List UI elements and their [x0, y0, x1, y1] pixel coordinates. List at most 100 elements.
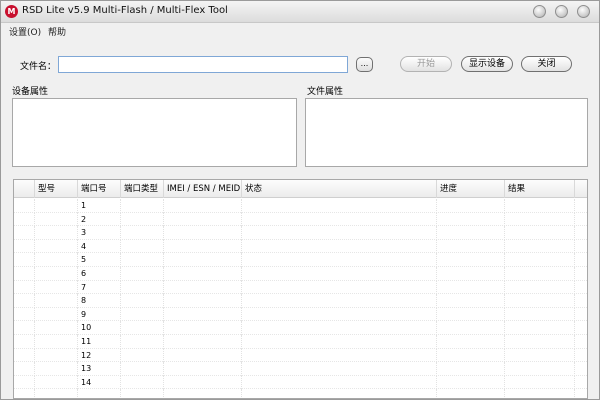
table-cell — [437, 321, 505, 335]
table-cell — [164, 307, 242, 322]
show-devices-button[interactable]: 显示设备 — [461, 56, 513, 72]
table-cell — [14, 199, 35, 213]
table-cell — [575, 389, 587, 398]
table-cell — [242, 280, 437, 295]
device-properties-label: 设备属性 — [12, 87, 49, 97]
table-cell — [121, 294, 164, 308]
table-cell — [35, 375, 78, 390]
table-cell — [505, 226, 575, 240]
table-cell — [35, 307, 78, 322]
browse-button[interactable]: ... — [356, 57, 373, 72]
port-number-cell: 5 — [78, 253, 121, 267]
table-cell — [35, 348, 78, 363]
table-cell — [121, 335, 164, 349]
device-table[interactable]: 型号 端口号 端口类型 IMEI / ESN / MEID 状态 进度 结果 1234567… — [13, 179, 588, 399]
table-cell — [575, 199, 587, 213]
table-cell — [14, 226, 35, 240]
title-bar[interactable]: M RSD Lite v5.9 Multi-Flash / Multi-Flex… — [1, 1, 599, 23]
progress-column-header[interactable]: 进度 — [437, 180, 505, 198]
table-cell — [505, 348, 575, 363]
status-column-header[interactable]: 状态 — [242, 180, 437, 198]
table-row[interactable]: 5 — [14, 253, 587, 267]
table-row[interactable]: 10 — [14, 321, 587, 335]
table-cell — [242, 321, 437, 335]
table-cell — [575, 281, 587, 295]
table-cell — [121, 375, 164, 390]
table-row[interactable] — [14, 389, 587, 398]
table-cell — [14, 294, 35, 308]
table-row[interactable]: 1 — [14, 199, 587, 213]
table-cell — [575, 362, 587, 376]
table-cell — [437, 226, 505, 240]
table-cell — [242, 212, 437, 227]
table-row[interactable]: 9 — [14, 307, 587, 322]
port-number-cell: 3 — [78, 226, 121, 240]
table-row[interactable]: 11 — [14, 335, 587, 349]
select-column-header[interactable] — [14, 180, 35, 198]
table-cell — [35, 294, 78, 308]
imei-column-header[interactable]: IMEI / ESN / MEID — [164, 180, 242, 198]
table-cell — [437, 375, 505, 390]
file-properties-panel[interactable] — [305, 98, 588, 167]
port-column-header[interactable]: 端口号 — [78, 180, 121, 198]
table-cell — [242, 335, 437, 349]
table-row[interactable]: 2 — [14, 212, 587, 227]
file-name-input[interactable] — [58, 56, 348, 73]
spare-column-header[interactable] — [575, 180, 587, 198]
table-cell — [575, 349, 587, 363]
maximize-icon[interactable] — [555, 5, 568, 18]
device-properties-panel[interactable] — [12, 98, 297, 167]
table-cell — [505, 294, 575, 308]
table-row[interactable]: 12 — [14, 348, 587, 363]
table-cell — [242, 294, 437, 308]
close-button[interactable]: 关闭 — [521, 56, 572, 72]
table-cell — [242, 199, 437, 213]
table-row[interactable]: 3 — [14, 226, 587, 240]
menu-item-settings[interactable]: 设置(O) — [9, 25, 41, 38]
start-button[interactable]: 开始 — [400, 56, 452, 72]
table-cell — [121, 307, 164, 322]
minimize-icon[interactable] — [533, 5, 546, 18]
table-cell — [121, 389, 164, 398]
port-number-cell: 1 — [78, 199, 121, 213]
port-number-cell: 9 — [78, 307, 121, 322]
table-cell — [35, 212, 78, 227]
table-cell — [437, 389, 505, 398]
table-row[interactable]: 13 — [14, 362, 587, 376]
table-cell — [164, 267, 242, 281]
table-cell — [164, 389, 242, 398]
table-cell — [121, 362, 164, 376]
table-cell — [35, 253, 78, 267]
port-number-cell: 13 — [78, 362, 121, 376]
port-number-cell: 11 — [78, 335, 121, 349]
table-cell — [437, 280, 505, 295]
table-cell — [437, 294, 505, 308]
close-icon[interactable] — [577, 5, 590, 18]
table-row[interactable]: 7 — [14, 280, 587, 295]
table-cell — [575, 226, 587, 240]
table-cell — [121, 226, 164, 240]
table-cell — [35, 335, 78, 349]
menu-item-help[interactable]: 帮助 — [48, 25, 66, 38]
table-cell — [164, 348, 242, 363]
table-row[interactable]: 14 — [14, 375, 587, 390]
table-cell — [121, 239, 164, 254]
port-number-cell: 6 — [78, 267, 121, 281]
table-row[interactable]: 8 — [14, 294, 587, 308]
table-cell — [437, 239, 505, 254]
table-cell — [505, 321, 575, 335]
table-row[interactable]: 6 — [14, 267, 587, 281]
table-cell — [35, 199, 78, 213]
table-cell — [121, 212, 164, 227]
table-cell — [437, 362, 505, 376]
model-column-header[interactable]: 型号 — [35, 180, 78, 198]
table-cell — [164, 253, 242, 267]
result-column-header[interactable]: 结果 — [505, 180, 575, 198]
table-cell — [14, 267, 35, 281]
table-row[interactable]: 4 — [14, 239, 587, 254]
table-cell — [164, 226, 242, 240]
port-type-column-header[interactable]: 端口类型 — [121, 180, 164, 198]
table-cell — [575, 335, 587, 349]
table-cell — [35, 321, 78, 335]
table-cell — [437, 267, 505, 281]
